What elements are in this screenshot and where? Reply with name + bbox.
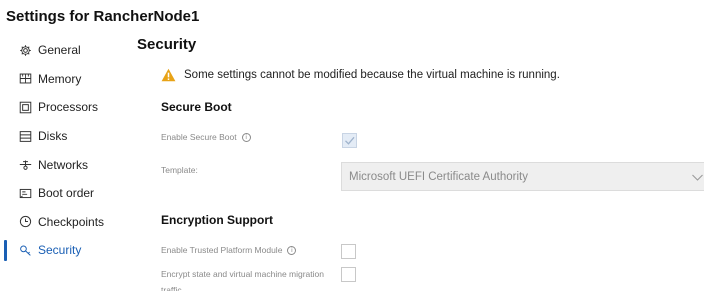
warning-banner: Some settings cannot be modified because… [161,68,560,82]
sidebar-item-label: General [38,43,81,58]
chevron-down-icon [692,174,703,181]
window-title: Settings for RancherNode1 [6,8,200,25]
checkmark-icon [345,136,355,145]
tpm-checkbox[interactable] [341,244,356,259]
sidebar-item-general[interactable]: General [0,36,130,65]
tpm-label: Enable Trusted Platform Module i [161,245,297,255]
sidebar-item-label: Checkpoints [38,214,105,229]
info-icon[interactable]: i [287,245,297,255]
sidebar-item-memory[interactable]: Memory [0,65,130,94]
gear-icon [19,44,32,57]
page-title: Security [137,36,197,53]
template-select[interactable]: Microsoft UEFI Certificate Authority [341,162,704,191]
settings-window: Settings for RancherNode1 General Memory… [0,0,704,291]
encrypt-traffic-checkbox[interactable] [341,267,356,282]
secure-boot-heading: Secure Boot [161,100,232,114]
enable-secure-boot-checkbox[interactable] [342,133,357,148]
warning-icon [161,68,176,82]
template-label: Template: [161,165,198,175]
sidebar-item-boot-order[interactable]: Boot order [0,179,130,208]
tpm-text: Enable Trusted Platform Module [161,245,283,255]
sidebar-item-security[interactable]: Security [0,236,130,265]
disk-icon [19,130,32,143]
sidebar: General Memory Processors Disks Networks [0,36,130,265]
memory-icon [19,72,32,85]
sidebar-item-label: Disks [38,129,68,144]
sidebar-item-label: Memory [38,71,82,86]
sidebar-item-label: Boot order [38,186,95,201]
encrypt-traffic-text-line2: traffic [161,285,182,291]
encryption-heading: Encryption Support [161,213,273,227]
sidebar-item-label: Security [38,243,82,258]
enable-secure-boot-text: Enable Secure Boot [161,132,237,142]
sidebar-item-networks[interactable]: Networks [0,150,130,179]
encrypt-traffic-label: Encrypt state and virtual machine migrat… [161,266,324,291]
processor-icon [19,101,32,114]
sidebar-item-label: Networks [38,157,89,172]
sidebar-item-processors[interactable]: Processors [0,93,130,122]
sidebar-item-checkpoints[interactable]: Checkpoints [0,208,130,237]
main-panel: Security Some settings cannot be modifie… [137,36,704,291]
sidebar-item-label: Processors [38,100,99,115]
checkpoint-icon [19,215,32,228]
info-icon[interactable]: i [241,132,251,142]
encrypt-traffic-text-line1: Encrypt state and virtual machine migrat… [161,269,324,279]
warning-text: Some settings cannot be modified because… [184,69,560,81]
enable-secure-boot-label: Enable Secure Boot i [161,132,251,142]
boot-order-icon [19,187,32,200]
sidebar-item-disks[interactable]: Disks [0,122,130,151]
security-icon [19,244,32,257]
template-select-value: Microsoft UEFI Certificate Authority [349,170,528,183]
network-icon [19,158,32,171]
